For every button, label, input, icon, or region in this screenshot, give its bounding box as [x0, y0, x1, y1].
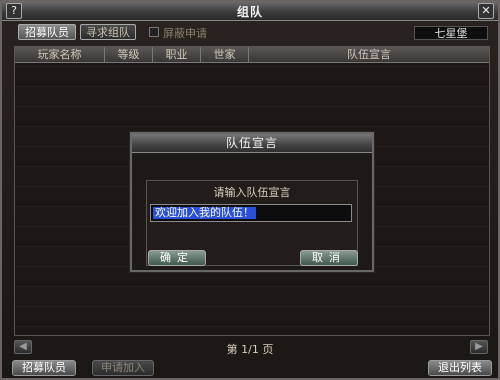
guild-name-field: 七星堡 — [414, 26, 488, 40]
tab-seek-team[interactable]: 寻求组队 — [80, 24, 136, 40]
table-header: 玩家名称 等级 职业 世家 队伍宣言 — [15, 47, 489, 63]
exit-list-button[interactable]: 退出列表 — [428, 360, 492, 376]
dialog-title: 队伍宣言 — [132, 134, 372, 153]
block-applications-checkbox[interactable] — [149, 27, 159, 37]
column-player-name[interactable]: 玩家名称 — [15, 47, 105, 62]
cancel-button[interactable]: 取消 — [300, 250, 358, 266]
team-window: ? 组队 ✕ 招募队员 寻求组队 屏蔽申请 七星堡 玩家名称 等级 职业 世家 … — [0, 0, 500, 380]
column-class[interactable]: 职业 — [153, 47, 201, 62]
window-title: 组队 — [236, 5, 263, 19]
title-bar: ? 组队 ✕ — [2, 2, 498, 21]
column-team-slogan[interactable]: 队伍宣言 — [249, 47, 489, 62]
tab-recruit[interactable]: 招募队员 — [18, 24, 76, 40]
apply-button[interactable]: 申请加入 — [92, 360, 154, 376]
slogan-input-value: 欢迎加入我的队伍！ — [153, 206, 256, 219]
recruit-button[interactable]: 招募队员 — [12, 360, 76, 376]
column-family[interactable]: 世家 — [201, 47, 249, 62]
arrow-right-icon[interactable]: ▶ — [470, 340, 488, 354]
column-level[interactable]: 等级 — [105, 47, 153, 62]
confirm-button[interactable]: 确定 — [148, 250, 206, 266]
block-applications-label: 屏蔽申请 — [163, 27, 207, 40]
page-indicator: 第 1/1 页 — [226, 343, 274, 356]
close-icon[interactable]: ✕ — [478, 3, 494, 19]
team-slogan-dialog: 队伍宣言 请输入队伍宣言 欢迎加入我的队伍！ 确定 取消 — [130, 132, 374, 272]
dialog-prompt: 请输入队伍宣言 — [213, 186, 291, 199]
slogan-input[interactable]: 欢迎加入我的队伍！ — [150, 204, 352, 222]
